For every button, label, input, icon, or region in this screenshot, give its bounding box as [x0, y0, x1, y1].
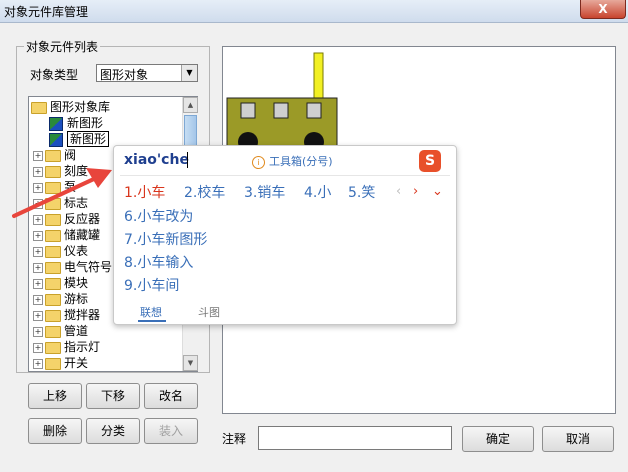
ime-divider [120, 175, 450, 176]
ime-candidate-2[interactable]: 2.校车 [184, 182, 225, 202]
ime-prev-page-icon[interactable]: ‹ [396, 184, 401, 199]
ime-candidate-5[interactable]: 5.笑 [348, 182, 375, 202]
ime-candidate-window[interactable]: xiao'che i 工具箱(分号) S 1.小车 2.校车 3.销车 4.小 5… [113, 145, 457, 325]
ime-active-tab-indicator [138, 320, 166, 322]
sogou-logo-icon: S [419, 150, 441, 172]
ime-candidate-3[interactable]: 3.销车 [244, 182, 285, 202]
ime-expand-icon[interactable]: ⌄ [432, 184, 443, 199]
ime-candidate-1[interactable]: 1.小车 [124, 182, 165, 202]
ime-candidate-9[interactable]: 9.小车间 [124, 275, 179, 295]
ime-candidate-7[interactable]: 7.小车新图形 [124, 229, 207, 249]
ime-candidate-8[interactable]: 8.小车输入 [124, 252, 193, 272]
ime-candidate-6[interactable]: 6.小车改为 [124, 206, 193, 226]
ime-pinyin-input: xiao'che [124, 152, 189, 168]
text-caret [187, 152, 188, 168]
ime-tab-association[interactable]: 联想 [140, 304, 162, 320]
ime-tab-meme[interactable]: 斗图 [198, 304, 220, 320]
ime-candidate-4[interactable]: 4.小 [304, 182, 331, 202]
ime-toolbox-label: 工具箱(分号) [269, 155, 333, 168]
ime-next-page-icon[interactable]: › [413, 184, 418, 199]
ime-toolbox-link[interactable]: i 工具箱(分号) [252, 153, 333, 169]
info-icon: i [252, 155, 265, 169]
